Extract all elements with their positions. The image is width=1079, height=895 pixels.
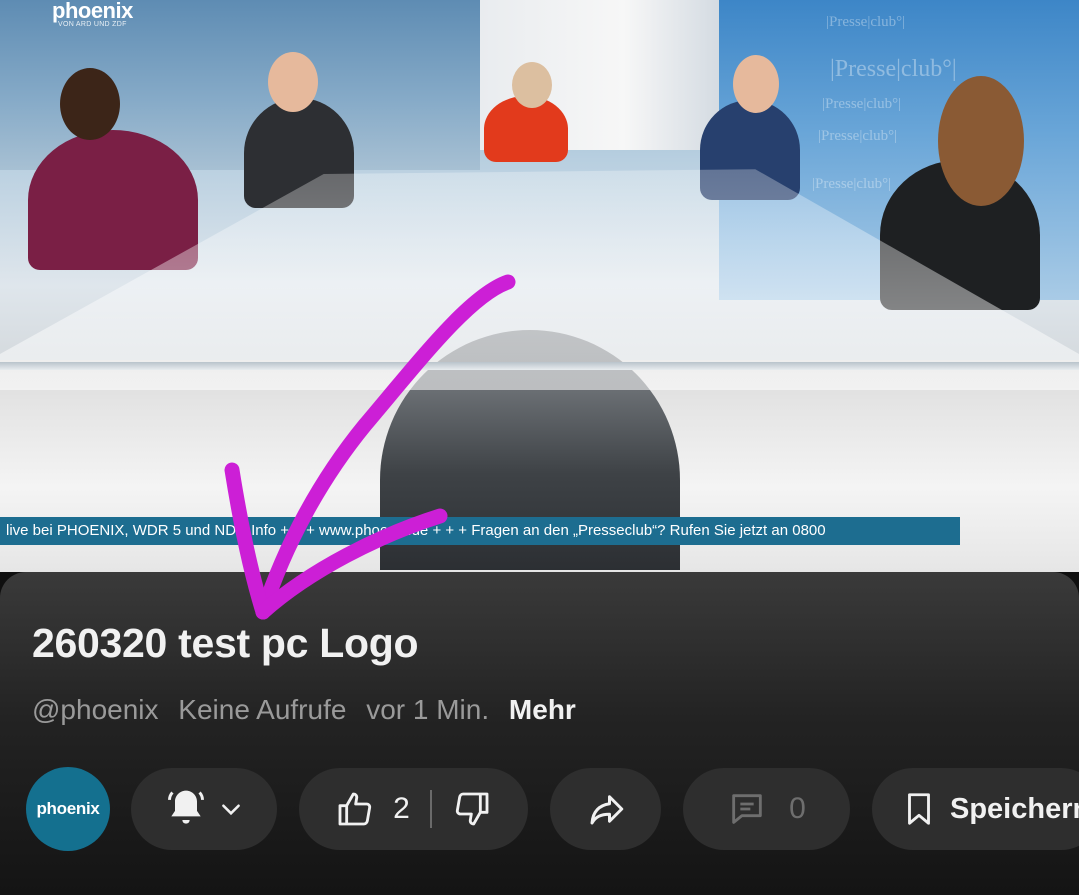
glass-table-edge bbox=[0, 362, 1079, 370]
watermark-text: |Presse|club°| bbox=[830, 56, 957, 82]
comment-icon bbox=[727, 789, 767, 829]
moderator-head bbox=[512, 62, 552, 108]
bell-icon bbox=[164, 787, 208, 831]
save-button[interactable]: Speichern bbox=[872, 768, 1079, 850]
comment-count: 0 bbox=[789, 792, 806, 825]
video-meta[interactable]: @phoenix Keine Aufrufe vor 1 Min. Mehr bbox=[32, 694, 576, 726]
watermark-text: |Presse|club°| bbox=[826, 14, 906, 30]
panelist-4-hair bbox=[938, 76, 1024, 206]
video-player[interactable]: |Presse|club°| |Presse|club°| |Presse|cl… bbox=[0, 0, 1079, 572]
share-icon bbox=[585, 788, 627, 830]
more-link[interactable]: Mehr bbox=[509, 694, 576, 725]
thumbs-down-icon[interactable] bbox=[452, 789, 492, 829]
channel-handle[interactable]: @phoenix bbox=[32, 694, 159, 725]
panelist-3-head bbox=[733, 55, 779, 113]
watermark-text: |Presse|club°| bbox=[818, 128, 898, 144]
notification-button[interactable] bbox=[131, 768, 277, 850]
panelist-1-hair bbox=[60, 68, 120, 140]
thumbs-up-icon[interactable] bbox=[335, 789, 375, 829]
view-count: Keine Aufrufe bbox=[178, 694, 347, 725]
like-count[interactable]: 2 bbox=[393, 792, 410, 826]
channel-logo-subtitle: VON ARD UND ZDF bbox=[58, 21, 127, 28]
like-dislike-group: 2 bbox=[299, 768, 528, 850]
chevron-down-icon bbox=[218, 796, 244, 822]
watermark-text: |Presse|club°| bbox=[822, 96, 902, 112]
video-title[interactable]: 260320 test pc Logo bbox=[32, 620, 419, 667]
ticker-text: live bei PHOENIX, WDR 5 und NDR Info + +… bbox=[6, 522, 826, 539]
save-label: Speichern bbox=[950, 792, 1079, 825]
bookmark-icon bbox=[900, 790, 938, 828]
channel-avatar[interactable]: phoenix bbox=[26, 767, 110, 851]
panelist-1 bbox=[28, 130, 198, 270]
avatar-text: phoenix bbox=[36, 799, 100, 818]
upload-age: vor 1 Min. bbox=[366, 694, 490, 725]
panelist-2-head bbox=[268, 52, 318, 112]
share-button[interactable] bbox=[550, 768, 661, 850]
like-divider bbox=[429, 790, 432, 828]
comments-button[interactable]: 0 bbox=[683, 768, 850, 850]
watermark-text: |Presse|club°| bbox=[812, 176, 892, 192]
news-ticker: live bei PHOENIX, WDR 5 und NDR Info + +… bbox=[0, 517, 960, 545]
